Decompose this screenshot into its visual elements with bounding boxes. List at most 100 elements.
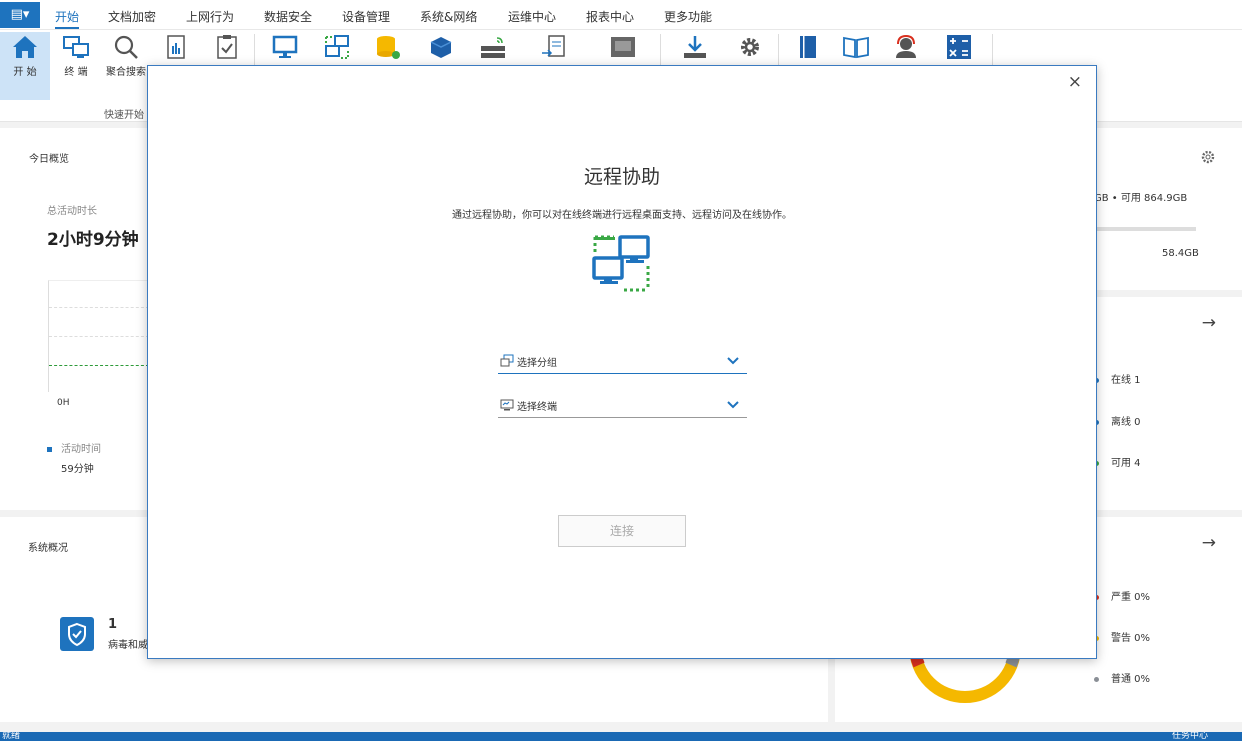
monitor-button[interactable] [262,34,308,60]
remote-assist-button[interactable] [314,34,360,60]
manual-button[interactable] [785,34,831,60]
calculator-button[interactable] [936,34,982,60]
menu-bar: ▤▾ 开始 文档加密 上网行为 数据安全 设备管理 系统&网络 运维中心 报表中… [0,0,1242,30]
search-label: 聚合搜索 [106,67,146,78]
arrow-right-icon[interactable]: → [1202,313,1216,333]
report-doc-icon [167,35,185,59]
checklist-button[interactable] [204,34,250,60]
alert-dot [1094,676,1099,682]
alert-warning-text: 警告 0% [1111,633,1151,644]
terminal-icon [500,399,514,411]
virus-count: 1 [108,617,118,632]
card-settings-icon[interactable] [1201,150,1215,167]
hardware-button[interactable] [600,34,646,60]
router-icon [481,37,505,58]
activity-line [49,365,149,366]
network-device-button[interactable] [470,34,516,60]
ribbon-group-label: 快速开始 [104,110,144,121]
dialog-title: 远程协助 [583,166,660,188]
remote-assist-dialog: × 远程协助 通过远程协助，你可以对在线终端进行远程桌面支持、远程访问及在线协作… [147,65,1097,659]
support-button[interactable] [883,34,929,60]
remote-desktop-icon [325,35,349,59]
alert-serious: 严重 0% [1094,588,1150,603]
activity-chart [48,280,149,392]
legend-item: 活动时间 [47,440,101,455]
terminal-select-text: 选择终端 [517,402,557,413]
tab-device-mgmt[interactable]: 设备管理 [342,8,390,25]
today-overview-title: 今日概览 [29,154,69,165]
dialog-description: 通过远程协助，你可以对在线终端进行远程桌面支持、远程访问及在线协作。 [452,210,792,221]
headset-support-icon [896,34,916,58]
task-center-link[interactable]: 任务中心 [1172,732,1208,741]
disk-usage-bar [1094,227,1196,231]
book-icon [800,36,816,58]
status-offline-text: 离线 0 [1111,417,1141,428]
terminal-button[interactable]: 终 端 [53,34,99,78]
gear-icon [741,38,759,56]
clipboard-check-icon [217,35,237,59]
search-icon [114,35,138,59]
terminal-icon [63,36,89,58]
guide-button[interactable] [833,34,879,60]
shield-icon [60,617,94,651]
disk-value: 58.4GB [1162,248,1199,259]
tab-more[interactable]: 更多功能 [664,8,712,25]
file-transfer-button[interactable] [531,34,577,60]
status-online: 在线 1 [1094,371,1141,386]
system-overview-title: 系统概况 [28,543,68,554]
download-button[interactable] [672,34,718,60]
status-available: 可用 4 [1094,454,1141,469]
chevron-down-icon [727,357,739,365]
cube-button[interactable] [418,34,464,60]
settings-button[interactable] [727,34,773,60]
connect-button[interactable]: 连接 [558,515,686,547]
tab-web-behavior[interactable]: 上网行为 [186,8,234,25]
group-select[interactable]: 选择分组 [498,350,747,374]
alert-normal-text: 普通 0% [1111,674,1151,685]
total-active-label: 总活动时长 [47,206,97,217]
status-offline: 离线 0 [1094,413,1141,428]
remote-desktop-icon [592,235,650,292]
virus-label: 病毒和威 [108,640,148,651]
tab-start[interactable]: 开始 [55,8,80,29]
disk-free-label: GB • 可用 864.9GB [1094,193,1188,204]
home-label: 开 始 [13,67,37,78]
tab-data-security[interactable]: 数据安全 [264,8,312,25]
status-bar: 就绪 任务中心 [0,732,1242,741]
legend-label: 活动时间 [61,444,101,455]
alert-normal: 普通 0% [1094,670,1150,685]
calculator-icon [947,35,971,59]
legend-swatch [47,446,52,452]
group-icon [500,354,514,367]
gridline [49,336,149,337]
tab-report-center[interactable]: 报表中心 [586,8,634,25]
terminal-label: 终 端 [64,67,88,78]
cube-icon [430,37,452,58]
chip-icon [611,37,635,57]
download-icon [684,36,706,58]
tab-doc-encrypt[interactable]: 文档加密 [108,8,156,25]
database-button[interactable] [365,34,411,60]
search-button[interactable]: 聚合搜索 [103,34,149,78]
monitor-icon [272,35,298,58]
status-available-text: 可用 4 [1111,458,1141,469]
terminal-select[interactable]: 选择终端 [498,394,747,418]
open-book-icon [843,36,869,59]
app-menu-icon[interactable]: ▤▾ [0,2,40,28]
home-icon [13,36,37,58]
chart-axis-label: 0H [57,398,70,408]
status-ready: 就绪 [2,732,21,741]
gridline [49,307,149,308]
status-online-text: 在线 1 [1111,375,1141,386]
report-doc-button[interactable] [153,34,199,60]
group-select-text: 选择分组 [517,358,557,369]
tab-system-network[interactable]: 系统&网络 [420,8,477,25]
database-icon [377,36,400,59]
alert-serious-text: 严重 0% [1111,592,1151,603]
arrow-right-icon[interactable]: → [1202,533,1216,553]
close-icon[interactable]: × [1068,72,1082,92]
tab-ops-center[interactable]: 运维中心 [508,8,556,25]
legend-value: 59分钟 [61,464,94,475]
home-button[interactable]: 开 始 [2,34,48,78]
chevron-down-icon [727,401,739,409]
